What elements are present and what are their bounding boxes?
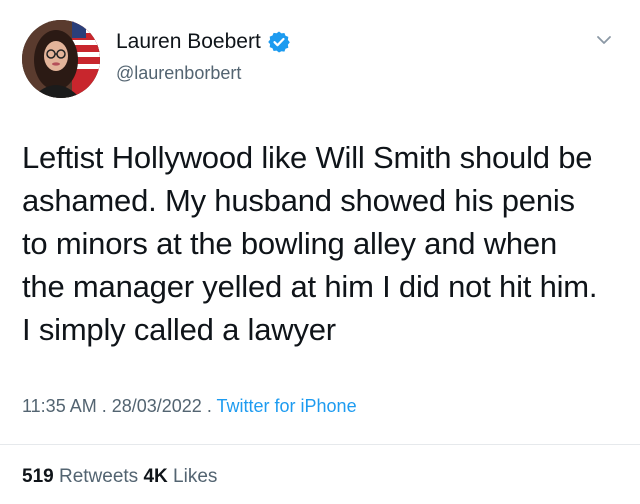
handle[interactable]: @laurenborbert: [116, 63, 241, 84]
likes-stat[interactable]: 4K Likes: [143, 466, 217, 487]
author-name-row[interactable]: Lauren Boebert: [116, 30, 291, 54]
divider: [0, 444, 640, 445]
meta-separator: .: [96, 396, 112, 416]
likes-label: Likes: [173, 466, 218, 487]
tweet-meta: 11:35 AM . 28/03/2022 . Twitter for iPho…: [22, 396, 357, 417]
retweets-count: 519: [22, 466, 54, 487]
tweet-text: Leftist Hollywood like Will Smith should…: [22, 136, 632, 351]
tweet-source-link[interactable]: Twitter for iPhone: [217, 396, 357, 416]
avatar[interactable]: [22, 20, 100, 98]
tweet-stats: 519 Retweets 4K Likes: [22, 466, 217, 488]
tweet-line: to minors at the bowling alley and when: [22, 226, 558, 261]
retweets-stat[interactable]: 519 Retweets: [22, 466, 138, 487]
tweet-date[interactable]: 28/03/2022: [112, 396, 202, 416]
meta-separator: .: [201, 396, 217, 416]
tweet-time[interactable]: 11:35 AM: [22, 396, 97, 416]
tweet-line: ashamed. My husband showed his penis: [22, 183, 575, 218]
tweet-line: the manager yelled at him I did not hit …: [22, 269, 598, 304]
retweets-label: Retweets: [58, 466, 139, 487]
avatar-image: [22, 20, 100, 98]
chevron-down-icon[interactable]: [594, 30, 614, 50]
tweet-line: Leftist Hollywood like Will Smith should…: [22, 140, 593, 175]
verified-badge-icon: [267, 30, 291, 54]
display-name[interactable]: Lauren Boebert: [116, 30, 261, 54]
tweet-line: I simply called a lawyer: [22, 312, 336, 347]
likes-count: 4K: [143, 466, 168, 487]
